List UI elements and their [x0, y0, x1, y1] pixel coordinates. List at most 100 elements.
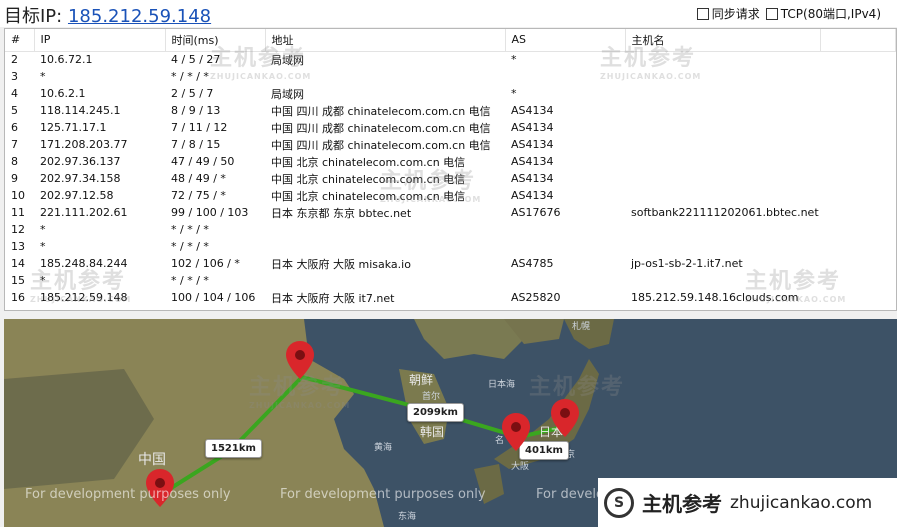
cell-host	[625, 221, 820, 238]
cell-addr: 中国 四川 成都 chinatelecom.com.cn 电信	[271, 138, 491, 152]
cell-time: * / * / *	[171, 70, 209, 83]
cell-padding	[820, 289, 896, 306]
cell-addr	[265, 68, 505, 85]
cell-time: 99 / 100 / 103	[171, 206, 249, 219]
sync-request-checkbox[interactable]	[696, 7, 709, 20]
brand-logo-icon: S	[604, 487, 634, 518]
cell-time: 102 / 106 / *	[171, 257, 240, 270]
cell-as: AS25820	[511, 291, 561, 304]
map-label-china: 中国	[138, 452, 166, 468]
map-pin-icon[interactable]	[286, 341, 314, 379]
target-ip-label: 目标IP: 185.212.59.148	[4, 2, 211, 28]
traceroute-table: # IP 时间(ms) 地址 AS 主机名 2 10.6.72.1 4 / 5 / …	[5, 29, 896, 306]
options-group: 同步请求 TCP(80端口,IPv4)	[696, 5, 881, 22]
cell-ip: 202.97.36.137	[40, 155, 121, 168]
cell-ip: *	[40, 70, 46, 83]
cell-addr	[265, 238, 505, 255]
cell-time: 8 / 9 / 13	[171, 104, 221, 117]
cell-n: 6	[11, 121, 18, 134]
cell-host	[625, 85, 820, 102]
sync-request-label: 同步请求	[711, 7, 760, 21]
cell-padding	[820, 187, 896, 204]
cell-addr: 中国 北京 chinatelecom.com.cn 电信	[271, 172, 466, 186]
cell-time: 2 / 5 / 7	[171, 87, 214, 100]
cell-addr: 日本 东京都 东京 bbtec.net	[271, 206, 412, 220]
cell-ip: 185.248.84.244	[40, 257, 128, 270]
col-header-number[interactable]: #	[5, 29, 35, 52]
table-row[interactable]: 5 118.114.245.1 8 / 9 / 13 中国 四川 成都 chinate…	[5, 102, 896, 119]
map-label-sapporo: 札幌	[572, 322, 591, 332]
cell-padding	[820, 238, 896, 255]
cell-n: 2	[11, 53, 18, 67]
cell-as	[505, 238, 625, 255]
col-header-ip[interactable]: IP	[34, 29, 166, 52]
cell-host	[625, 119, 820, 136]
cell-ip: *	[40, 274, 46, 287]
cell-n: 13	[11, 240, 25, 253]
cell-padding	[820, 221, 896, 238]
table-row[interactable]: 16 185.212.59.148 100 / 104 / 106 日本 大阪府 大阪…	[5, 289, 896, 306]
cell-ip: 125.71.17.1	[40, 121, 107, 134]
cell-n: 11	[11, 206, 25, 219]
cell-ip: 10.6.2.1	[40, 87, 86, 100]
table-row[interactable]: 3 * * / * / *	[5, 68, 896, 85]
cell-n: 3	[11, 70, 18, 83]
brand-name: 主机参考	[642, 492, 722, 516]
map-pin-icon[interactable]	[551, 399, 579, 437]
table-row[interactable]: 11 221.111.202.61 99 / 100 / 103 日本 东京都 东京 …	[5, 204, 896, 221]
cell-as: AS4134	[511, 172, 554, 185]
table-row[interactable]: 6 125.71.17.1 7 / 11 / 12 中国 四川 成都 chinatel…	[5, 119, 896, 136]
table-row[interactable]: 9 202.97.34.158 48 / 49 / * 中国 北京 chinatele…	[5, 170, 896, 187]
cell-host	[625, 187, 820, 204]
cell-time: * / * / *	[171, 274, 209, 287]
col-header-address[interactable]: 地址	[265, 29, 506, 52]
cell-n: 5	[11, 104, 18, 117]
table-row[interactable]: 10 202.97.12.58 72 / 75 / * 中国 北京 chinatele…	[5, 187, 896, 204]
cell-as: AS17676	[511, 206, 561, 219]
tcp-option[interactable]: TCP(80端口,IPv4)	[765, 5, 881, 22]
cell-addr: 中国 北京 chinatelecom.com.cn 电信	[271, 189, 466, 203]
distance-label-chengdu-beijing: 1521km	[205, 439, 262, 458]
cell-host	[625, 68, 820, 85]
table-row[interactable]: 2 10.6.72.1 4 / 5 / 27 局域网 *	[5, 51, 896, 68]
table-row[interactable]: 4 10.6.2.1 2 / 5 / 7 局域网 *	[5, 85, 896, 102]
col-header-as[interactable]: AS	[505, 29, 626, 52]
cell-n: 4	[11, 87, 18, 100]
map-pin-icon[interactable]	[502, 413, 530, 451]
cell-padding	[820, 136, 896, 153]
tcp-checkbox[interactable]	[765, 7, 778, 20]
cell-ip: *	[40, 223, 46, 236]
table-row[interactable]: 15 * * / * / *	[5, 272, 896, 289]
table-row[interactable]: 13 * * / * / *	[5, 238, 896, 255]
cell-padding	[820, 170, 896, 187]
table-row[interactable]: 12 * * / * / *	[5, 221, 896, 238]
cell-host	[625, 102, 820, 119]
cell-as	[505, 68, 625, 85]
cell-host	[625, 238, 820, 255]
cell-addr: 日本 大阪府 大阪 misaka.io	[271, 257, 411, 271]
col-header-hostname[interactable]: 主机名	[625, 29, 821, 52]
cell-as: AS4134	[511, 138, 554, 151]
cell-n: 16	[11, 291, 25, 304]
distance-label-beijing-tokyo: 2099km	[407, 403, 464, 422]
cell-host	[625, 136, 820, 153]
target-ip-link[interactable]: 185.212.59.148	[68, 6, 211, 27]
cell-padding	[820, 204, 896, 221]
col-header-time[interactable]: 时间(ms)	[165, 29, 266, 52]
table-row[interactable]: 7 171.208.203.77 7 / 8 / 15 中国 四川 成都 chinat…	[5, 136, 896, 153]
table-row[interactable]: 14 185.248.84.244 102 / 106 / * 日本 大阪府 大阪 m…	[5, 255, 896, 272]
cell-n: 10	[11, 189, 25, 202]
cell-host	[625, 51, 820, 68]
cell-host: softbank221111202061.bbtec.net	[631, 206, 819, 219]
sync-request-option[interactable]: 同步请求	[696, 5, 760, 22]
cell-time: 47 / 49 / 50	[171, 155, 235, 168]
cell-padding	[820, 255, 896, 272]
cell-time: 7 / 11 / 12	[171, 121, 228, 134]
table-header-row: # IP 时间(ms) 地址 AS 主机名	[5, 29, 896, 52]
cell-padding	[820, 102, 896, 119]
cell-padding	[820, 68, 896, 85]
cell-as: *	[511, 87, 517, 100]
table-row[interactable]: 8 202.97.36.137 47 / 49 / 50 中国 北京 chinatel…	[5, 153, 896, 170]
cell-padding	[820, 153, 896, 170]
cell-n: 14	[11, 257, 25, 270]
